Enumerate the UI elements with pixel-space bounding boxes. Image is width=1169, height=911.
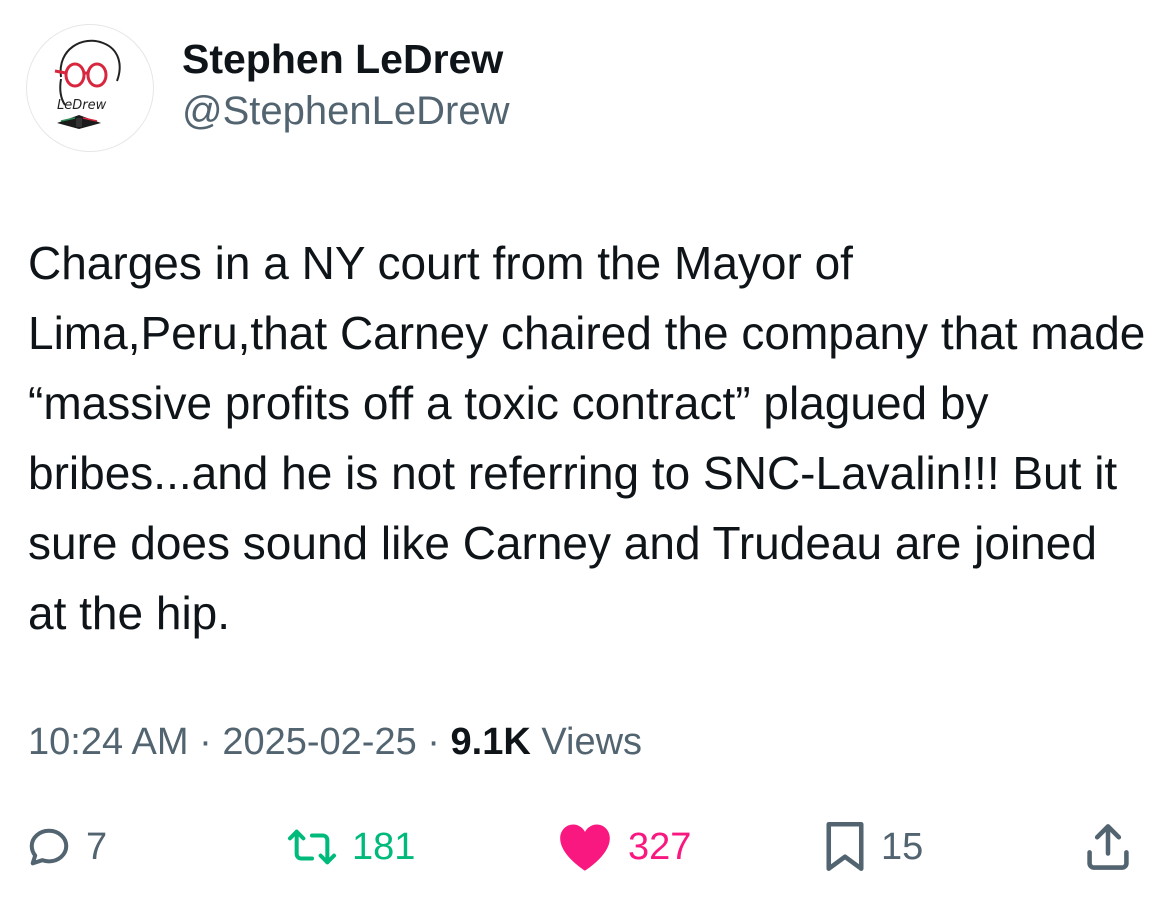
retweet-icon — [287, 829, 337, 865]
views-count: 9.1K — [450, 721, 531, 763]
tweet: LeDrew Stephen LeDrew @StephenLeDrew Cha… — [0, 0, 1169, 911]
handle[interactable]: @StephenLeDrew — [182, 89, 509, 134]
tweet-text: Charges in a NY court from the Mayor of … — [28, 237, 1146, 639]
avatar-illustration: LeDrew — [54, 39, 121, 129]
tweet-meta: 10:24 AM · 2025-02-25 · 9.1K Views — [28, 721, 642, 764]
reply-button[interactable]: 7 — [26, 812, 107, 882]
tweet-date[interactable]: 2025-02-25 — [222, 721, 416, 763]
meta-separator: · — [188, 721, 223, 763]
heart-icon — [560, 824, 610, 871]
share-button[interactable] — [1082, 812, 1134, 882]
display-name[interactable]: Stephen LeDrew — [182, 36, 503, 83]
share-icon — [1087, 824, 1129, 870]
like-button[interactable]: 327 — [556, 812, 691, 882]
action-bar: 7 181 327 15 — [0, 812, 1169, 882]
like-count: 327 — [628, 825, 692, 868]
bookmark-count: 15 — [881, 825, 924, 868]
bookmark-icon — [826, 821, 864, 871]
avatar[interactable]: LeDrew — [26, 24, 154, 152]
bookmark-button[interactable]: 15 — [823, 812, 923, 882]
retweet-count: 181 — [352, 825, 416, 868]
retweet-button[interactable]: 181 — [286, 812, 415, 882]
meta-separator: · — [416, 721, 451, 763]
views-label: Views — [530, 721, 643, 763]
tweet-time[interactable]: 10:24 AM — [28, 721, 189, 763]
avatar-text: LeDrew — [57, 98, 107, 113]
reply-count: 7 — [86, 825, 108, 868]
reply-icon — [29, 828, 69, 866]
